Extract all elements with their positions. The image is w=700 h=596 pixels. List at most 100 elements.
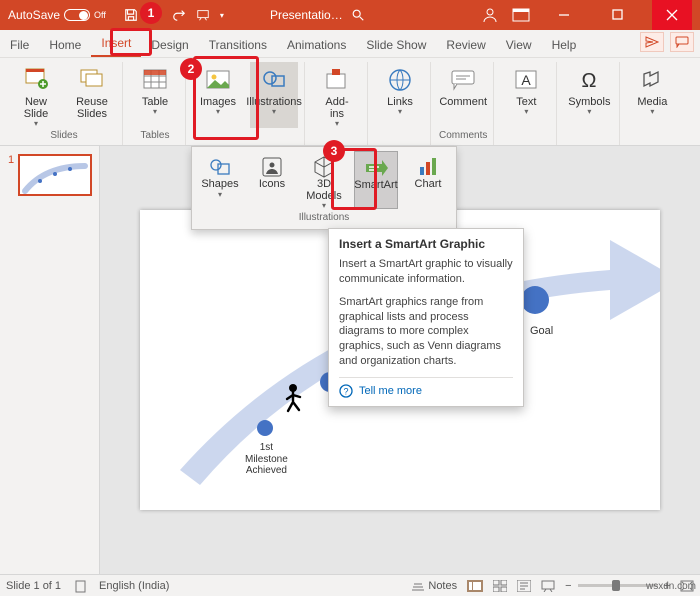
slides-group-label: Slides — [50, 128, 77, 145]
new-slide-icon — [22, 66, 50, 94]
tell-me-more-label: Tell me more — [359, 385, 422, 397]
reuse-slides-label: Reuse Slides — [76, 96, 108, 120]
notes-button[interactable]: Notes — [411, 580, 457, 592]
illustrations-gallery-label: Illustrations — [198, 209, 450, 225]
save-icon[interactable] — [124, 8, 138, 22]
shapes-button[interactable]: Shapes ▾ — [198, 151, 242, 209]
autosave-state: Off — [94, 10, 106, 20]
goal-text: Goal — [530, 325, 553, 337]
title-bar: AutoSave Off ▾ Presentatio… — [0, 0, 700, 30]
tab-review[interactable]: Review — [436, 32, 495, 57]
ribbon-mode-icon[interactable] — [512, 8, 530, 22]
spellcheck-icon[interactable] — [75, 579, 89, 593]
comment-button[interactable]: Comment — [439, 62, 487, 128]
chevron-down-icon: ▾ — [398, 108, 402, 117]
tab-animations[interactable]: Animations — [277, 32, 356, 57]
chevron-down-icon: ▾ — [650, 108, 654, 117]
shapes-label: Shapes — [201, 179, 238, 191]
status-bar: Slide 1 of 1 English (India) Notes − + — [0, 574, 700, 596]
zoom-out-icon[interactable]: − — [565, 580, 571, 592]
share-button[interactable] — [640, 32, 664, 52]
addins-label: Add- ins — [325, 96, 348, 120]
account-icon[interactable] — [482, 7, 498, 23]
slide-thumbnails-pane[interactable]: 1 — [0, 146, 100, 574]
thumbnail-number: 1 — [8, 154, 14, 196]
symbols-button[interactable]: Ω Symbols ▾ — [565, 62, 613, 128]
media-button[interactable]: Media ▾ — [628, 62, 676, 128]
new-slide-button[interactable]: New Slide ▾ — [12, 62, 60, 128]
icons-label: Icons — [259, 179, 285, 191]
tab-home[interactable]: Home — [39, 32, 91, 57]
thumbnail-preview — [18, 154, 92, 196]
thumbnail-1[interactable]: 1 — [8, 154, 99, 196]
3d-models-button[interactable]: 3D Models ▾ — [302, 151, 346, 209]
images-icon — [204, 66, 232, 94]
undo-icon[interactable] — [148, 8, 162, 22]
chart-icon — [416, 155, 440, 179]
comments-group-label: Comments — [439, 128, 487, 145]
notes-label: Notes — [428, 580, 457, 592]
tab-slideshow[interactable]: Slide Show — [356, 32, 436, 57]
close-button[interactable] — [652, 0, 692, 30]
smartart-tooltip: Insert a SmartArt Graphic Insert a Smart… — [328, 228, 524, 407]
minimize-button[interactable] — [544, 0, 584, 30]
qat-more-icon[interactable]: ▾ — [220, 11, 224, 20]
watermark: wsxdn.com — [646, 581, 696, 592]
redo-icon[interactable] — [172, 8, 186, 22]
tab-design[interactable]: Design — [141, 32, 198, 57]
help-icon: ? — [339, 384, 353, 398]
icons-icon — [260, 155, 284, 179]
links-button[interactable]: Links ▾ — [376, 62, 424, 128]
tab-view[interactable]: View — [496, 32, 542, 57]
tab-insert[interactable]: Insert — [91, 30, 141, 57]
tab-file[interactable]: File — [0, 32, 39, 57]
text-button[interactable]: A Text ▾ — [502, 62, 550, 128]
text-icon: A — [512, 66, 540, 94]
smartart-button[interactable]: SmartArt — [354, 151, 398, 209]
media-icon — [638, 66, 666, 94]
search-icon[interactable] — [351, 8, 365, 22]
chevron-down-icon: ▾ — [322, 202, 326, 210]
chevron-down-icon: ▾ — [34, 120, 38, 129]
svg-text:?: ? — [343, 386, 348, 396]
chevron-down-icon: ▾ — [272, 108, 276, 117]
tell-me-more-link[interactable]: ? Tell me more — [339, 377, 513, 398]
svg-text:Ω: Ω — [582, 70, 597, 92]
smartart-icon — [364, 156, 388, 180]
tables-group-label: Tables — [141, 128, 170, 145]
sorter-view-icon[interactable] — [493, 580, 507, 592]
reuse-slides-button[interactable]: Reuse Slides — [68, 62, 116, 128]
illustrations-gallery: Shapes ▾ Icons 3D Models ▾ SmartArt Char… — [191, 146, 457, 230]
document-title: Presentatio… — [270, 8, 343, 22]
images-button[interactable]: Images ▾ — [194, 62, 242, 128]
tab-help[interactable]: Help — [542, 32, 587, 57]
comments-pane-button[interactable] — [670, 32, 694, 52]
comment-icon — [449, 66, 477, 94]
chart-button[interactable]: Chart — [406, 151, 450, 209]
reading-view-icon[interactable] — [517, 580, 531, 592]
tooltip-p1: Insert a SmartArt graphic to visually co… — [339, 257, 513, 287]
icons-button[interactable]: Icons — [250, 151, 294, 209]
language-status[interactable]: English (India) — [99, 580, 169, 592]
chevron-down-icon: ▾ — [587, 108, 591, 117]
chart-label: Chart — [415, 179, 442, 191]
normal-view-icon[interactable] — [467, 580, 483, 592]
addins-button[interactable]: Add- ins ▾ — [313, 62, 361, 128]
zoom-thumb[interactable] — [612, 580, 620, 591]
table-button[interactable]: Table ▾ — [131, 62, 179, 128]
illustrations-button[interactable]: Illustrations ▾ — [250, 62, 298, 128]
3d-models-icon — [312, 155, 336, 179]
autosave-toggle[interactable]: AutoSave Off — [8, 8, 106, 22]
chevron-down-icon: ▾ — [153, 108, 157, 117]
table-icon — [141, 66, 169, 94]
slide-count: Slide 1 of 1 — [6, 580, 61, 592]
tab-transitions[interactable]: Transitions — [199, 32, 277, 57]
svg-text:A: A — [522, 72, 532, 88]
tooltip-title: Insert a SmartArt Graphic — [339, 237, 513, 251]
ribbon-tabs: File Home Insert Design Transitions Anim… — [0, 30, 700, 58]
illustrations-icon — [260, 66, 288, 94]
slideshow-qat-icon[interactable] — [196, 8, 210, 22]
maximize-button[interactable] — [598, 0, 638, 30]
milestone-text: 1st Milestone Achieved — [245, 442, 288, 477]
slideshow-view-icon[interactable] — [541, 580, 555, 592]
